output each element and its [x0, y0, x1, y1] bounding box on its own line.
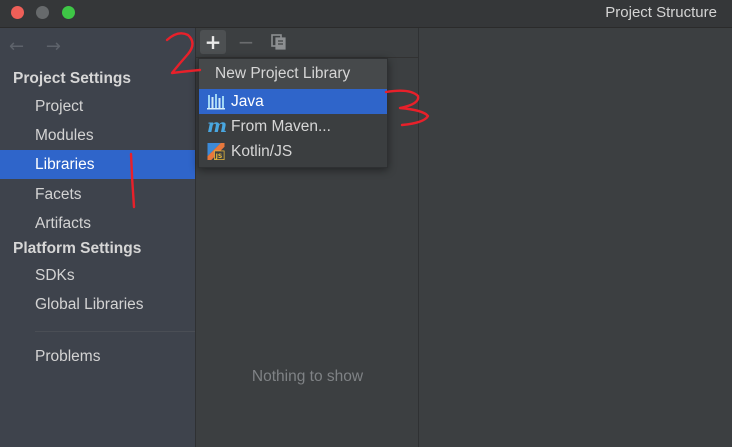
popup-header: New Project Library: [199, 59, 387, 89]
close-window-button[interactable]: [11, 6, 24, 19]
plus-icon: +: [204, 30, 222, 54]
library-details-pane: [418, 28, 732, 447]
remove-library-button[interactable]: −: [233, 30, 259, 54]
sidebar-item-project[interactable]: Project: [0, 92, 195, 121]
minimize-window-button[interactable]: [36, 6, 49, 19]
copy-library-button[interactable]: [266, 30, 292, 54]
section-platform-settings: Platform Settings: [13, 240, 142, 257]
sidebar-item-problems[interactable]: Problems: [0, 342, 195, 371]
sidebar-item-artifacts[interactable]: Artifacts: [0, 209, 195, 238]
maven-icon: m: [207, 115, 228, 137]
popup-item-label: Java: [231, 93, 264, 110]
sidebar: ← → Project Settings Project Modules Lib…: [0, 28, 195, 447]
sidebar-item-modules[interactable]: Modules: [0, 121, 195, 150]
title-bar: Project Structure: [0, 0, 732, 28]
empty-state-text: Nothing to show: [251, 368, 364, 385]
popup-item-from-maven[interactable]: m From Maven...: [199, 114, 387, 139]
sidebar-item-libraries[interactable]: Libraries: [0, 150, 195, 179]
popup-item-label: Kotlin/JS: [231, 143, 293, 160]
popup-item-label: From Maven...: [231, 118, 331, 135]
nav-arrows: ← →: [9, 36, 69, 57]
project-structure-window: Project Structure ← → Project Settings P…: [0, 0, 732, 447]
popup-item-java[interactable]: Java: [199, 89, 387, 114]
sidebar-item-facets[interactable]: Facets: [0, 180, 195, 209]
new-project-library-popup: New Project Library Java m From Maven...: [198, 58, 388, 168]
add-library-button[interactable]: +: [200, 30, 226, 54]
copy-icon: [271, 34, 286, 50]
window-title: Project Structure: [605, 4, 717, 21]
forward-arrow-icon[interactable]: →: [46, 36, 69, 57]
sidebar-divider: [35, 331, 195, 332]
kotlin-js-icon: JS: [207, 143, 225, 160]
maximize-window-button[interactable]: [62, 6, 75, 19]
minus-icon: −: [237, 30, 255, 54]
sidebar-item-global-libraries[interactable]: Global Libraries: [0, 290, 195, 319]
popup-item-kotlin-js[interactable]: JS Kotlin/JS: [199, 139, 387, 164]
section-project-settings: Project Settings: [13, 70, 131, 87]
sidebar-item-sdks[interactable]: SDKs: [0, 261, 195, 290]
libraries-toolbar: + −: [196, 28, 419, 58]
svg-text:JS: JS: [215, 153, 223, 160]
java-library-icon: [207, 94, 225, 110]
back-arrow-icon[interactable]: ←: [9, 36, 32, 57]
